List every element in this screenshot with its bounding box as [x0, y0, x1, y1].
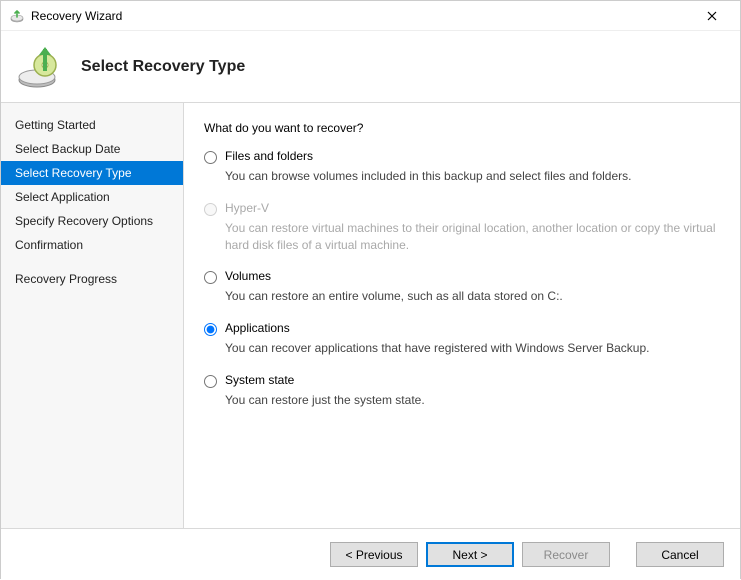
option-files-folders: Files and folders You can browse volumes …: [204, 149, 720, 185]
recovery-icon: [15, 43, 63, 91]
option-desc-files-folders: You can browse volumes included in this …: [225, 168, 720, 185]
cancel-button[interactable]: Cancel: [636, 542, 724, 567]
window-title: Recovery Wizard: [31, 9, 122, 23]
previous-button[interactable]: < Previous: [330, 542, 418, 567]
radio-applications[interactable]: [204, 323, 217, 336]
sidebar-step-select-backup-date[interactable]: Select Backup Date: [1, 137, 183, 161]
option-system-state: System state You can restore just the sys…: [204, 373, 720, 409]
wizard-steps-sidebar: Getting StartedSelect Backup DateSelect …: [1, 103, 184, 528]
option-applications: Applications You can recover applications…: [204, 321, 720, 357]
wizard-icon: [9, 8, 25, 24]
option-volumes: Volumes You can restore an entire volume,…: [204, 269, 720, 305]
option-label-files-folders[interactable]: Files and folders: [225, 149, 313, 163]
sidebar-step-recovery-progress[interactable]: Recovery Progress: [1, 267, 183, 291]
option-desc-applications: You can recover applications that have r…: [225, 340, 720, 357]
wizard-footer: < Previous Next > Recover Cancel: [1, 528, 740, 580]
content-question: What do you want to recover?: [204, 121, 720, 135]
sidebar-step-confirmation[interactable]: Confirmation: [1, 233, 183, 257]
radio-hyper-v: [204, 203, 217, 216]
radio-volumes[interactable]: [204, 271, 217, 284]
next-button[interactable]: Next >: [426, 542, 514, 567]
option-desc-volumes: You can restore an entire volume, such a…: [225, 288, 720, 305]
option-label-volumes[interactable]: Volumes: [225, 269, 271, 283]
sidebar-step-select-recovery-type[interactable]: Select Recovery Type: [1, 161, 183, 185]
wizard-header: Select Recovery Type: [1, 31, 740, 103]
option-desc-hyper-v: You can restore virtual machines to thei…: [225, 220, 720, 254]
option-label-applications[interactable]: Applications: [225, 321, 290, 335]
sidebar-step-getting-started[interactable]: Getting Started: [1, 113, 183, 137]
page-title: Select Recovery Type: [81, 58, 245, 76]
option-label-hyper-v: Hyper-V: [225, 201, 269, 215]
radio-system-state[interactable]: [204, 375, 217, 388]
sidebar-step-specify-recovery-options[interactable]: Specify Recovery Options: [1, 209, 183, 233]
option-desc-system-state: You can restore just the system state.: [225, 392, 720, 409]
titlebar: Recovery Wizard: [1, 1, 740, 31]
close-icon: [707, 11, 717, 21]
close-button[interactable]: [692, 2, 732, 30]
option-label-system-state[interactable]: System state: [225, 373, 294, 387]
sidebar-step-select-application[interactable]: Select Application: [1, 185, 183, 209]
wizard-content: What do you want to recover? Files and f…: [184, 103, 740, 528]
recover-button: Recover: [522, 542, 610, 567]
option-hyper-v: Hyper-V You can restore virtual machines …: [204, 201, 720, 254]
radio-files-folders[interactable]: [204, 151, 217, 164]
